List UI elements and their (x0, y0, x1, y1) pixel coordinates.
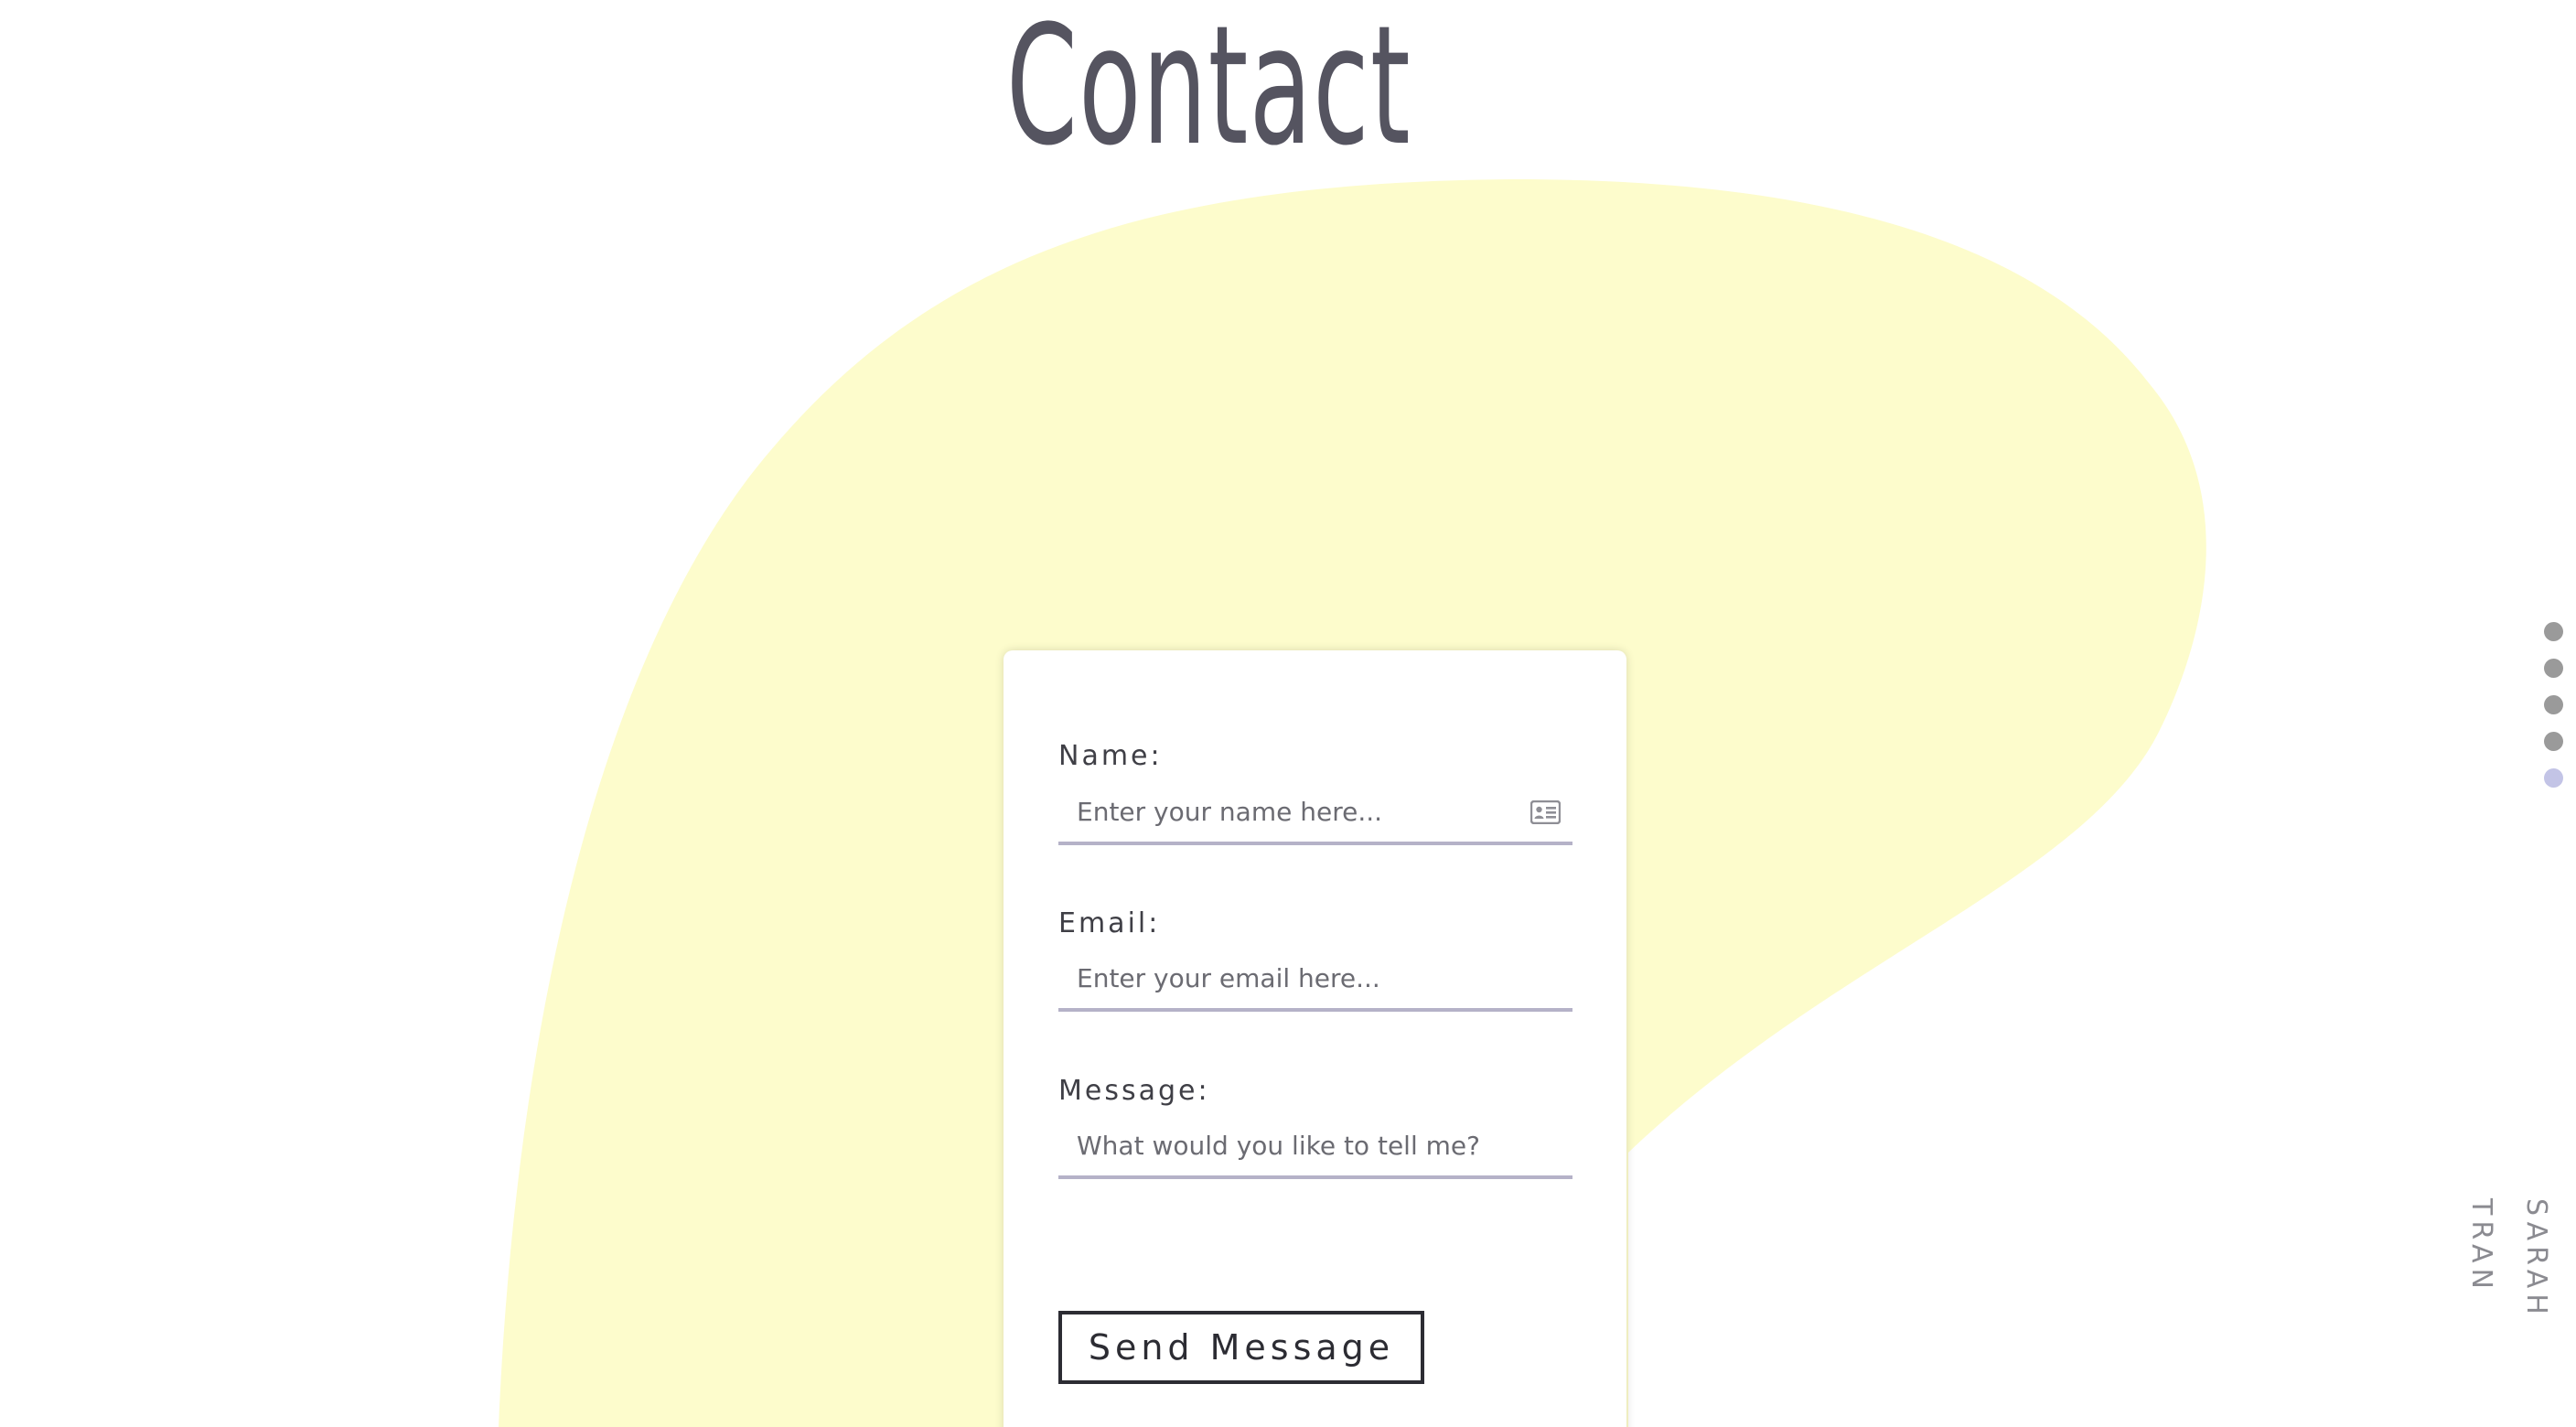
section-dot-3[interactable] (2544, 695, 2563, 714)
section-dot-1[interactable] (2544, 622, 2563, 641)
section-dot-2[interactable] (2544, 659, 2563, 678)
author-name: SARAH TRAN (2465, 1198, 2552, 1320)
section-dot-4[interactable] (2544, 732, 2563, 751)
email-label: Email: (1058, 907, 1161, 939)
send-message-button[interactable]: Send Message (1058, 1311, 1424, 1384)
page-title: Contact (1006, 0, 1411, 182)
contact-form-card: Name: Email: Message: Send Message (1004, 650, 1626, 1427)
contact-page: Contact Name: Email: Message: Send Messa… (0, 0, 2576, 1427)
message-label: Message: (1058, 1075, 1210, 1107)
email-input[interactable] (1058, 948, 1572, 1012)
name-label: Name: (1058, 740, 1163, 772)
contact-card-icon (1530, 800, 1561, 824)
section-dot-5-active[interactable] (2544, 768, 2563, 788)
message-input[interactable] (1058, 1115, 1572, 1179)
name-input[interactable] (1058, 781, 1572, 845)
